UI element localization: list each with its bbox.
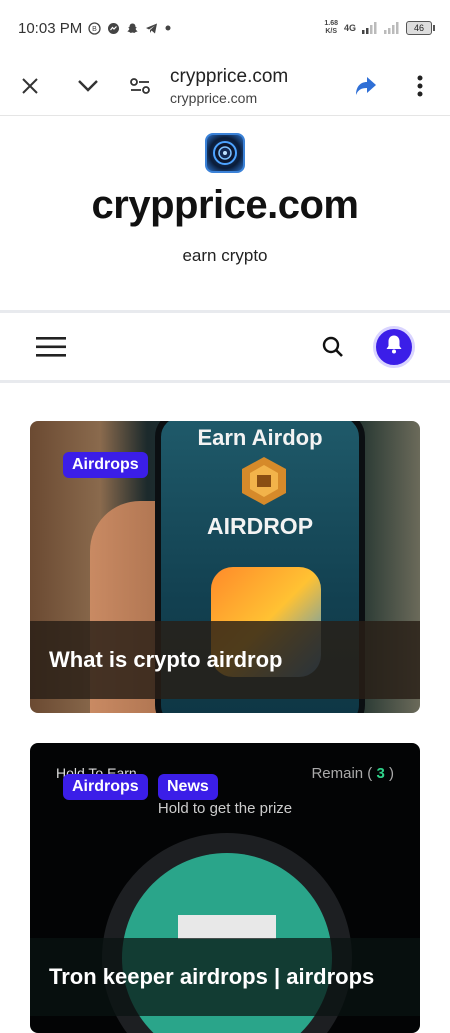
site-title[interactable]: crypprice.com xyxy=(0,183,450,228)
snapchat-icon xyxy=(126,22,139,35)
battery-indicator: 46 xyxy=(406,21,435,35)
page-title: crypprice.com xyxy=(170,65,289,87)
more-notifications-dot-icon xyxy=(164,24,172,32)
post-card[interactable]: Hold To Earn Remain ( 3 ) Hold to get th… xyxy=(30,743,420,1033)
site-header: crypprice.com earn crypto xyxy=(0,116,450,313)
site-tagline: earn crypto xyxy=(182,246,268,265)
status-time: 10:03 PM xyxy=(18,19,83,37)
notification-bell-button[interactable] xyxy=(373,325,415,368)
category-badge[interactable]: News xyxy=(158,774,218,800)
site-logo[interactable] xyxy=(205,133,245,173)
network-type: 4G xyxy=(343,23,356,33)
remain-count: 3 xyxy=(376,765,385,782)
status-bar: 10:03 PM B 1.68 K/S 4G 46 xyxy=(0,0,450,56)
post-card[interactable]: Earn Airdop AIRDROP Airdrops What is cry… xyxy=(30,421,420,713)
hamburger-menu-icon[interactable] xyxy=(35,331,67,363)
category-badge[interactable]: Airdrops xyxy=(63,452,148,478)
remain-close: ) xyxy=(389,765,394,782)
signal-strength-icon xyxy=(362,22,378,34)
remain-label: Remain ( xyxy=(311,765,373,782)
close-icon[interactable] xyxy=(14,70,46,102)
bell-icon xyxy=(385,334,403,359)
svg-text:B: B xyxy=(92,26,97,33)
network-speed: 1.68 K/S xyxy=(324,20,338,36)
post-title[interactable]: Tron keeper airdrops | airdrops xyxy=(49,964,374,990)
more-options-icon[interactable] xyxy=(404,70,436,102)
url-display[interactable]: crypprice.com crypprice.com xyxy=(170,66,288,106)
browser-toolbar: crypprice.com crypprice.com xyxy=(0,56,450,116)
token-symbol-bar xyxy=(178,915,276,939)
airdrop-logo-icon xyxy=(239,455,289,512)
share-icon[interactable] xyxy=(350,70,382,102)
post-title-bar: What is crypto airdrop xyxy=(30,621,420,699)
thumbnail-text-middle: AIRDROP xyxy=(206,513,314,539)
site-settings-icon[interactable] xyxy=(124,70,156,102)
telegram-icon xyxy=(145,22,158,35)
page-url: crypprice.com xyxy=(170,89,258,106)
messenger-icon xyxy=(107,22,120,35)
search-icon[interactable] xyxy=(317,331,349,363)
chevron-down-icon[interactable] xyxy=(72,70,104,102)
network-speed-value: 1.68 xyxy=(324,20,338,27)
b-app-icon: B xyxy=(88,21,101,35)
post-title-bar: Tron keeper airdrops | airdrops xyxy=(30,938,420,1016)
post-title[interactable]: What is crypto airdrop xyxy=(49,647,282,673)
thumbnail-subtitle: Hold to get the prize xyxy=(157,800,293,817)
thumbnail-text-top: Earn Airdop xyxy=(197,425,323,450)
signal-strength-2-icon xyxy=(384,22,400,34)
site-nav-bar xyxy=(0,313,450,383)
network-speed-unit: K/S xyxy=(325,28,337,35)
thumbnail-remain-text: Remain ( 3 ) xyxy=(311,765,394,782)
category-badge[interactable]: Airdrops xyxy=(63,774,148,800)
